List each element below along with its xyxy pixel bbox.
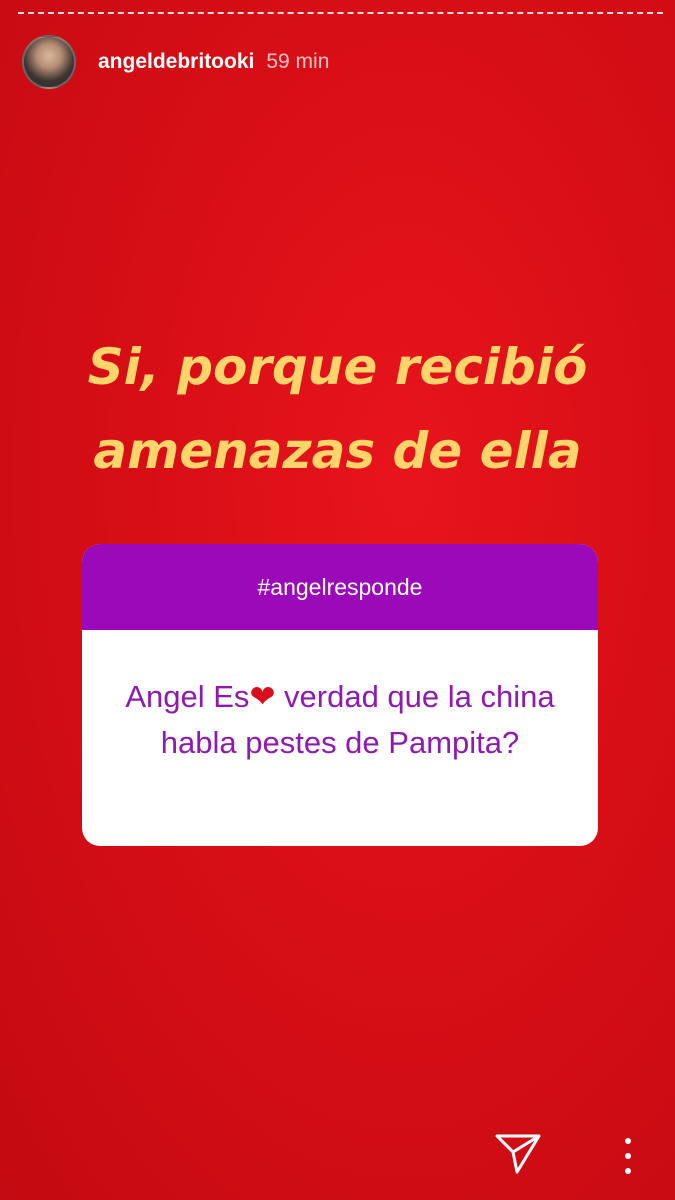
username[interactable]: angeldebritooki (98, 50, 254, 74)
question-sticker: #angelresponde Angel Es❤ verdad que la c… (82, 544, 598, 846)
headline-line-2: amenazas de ella (93, 422, 582, 480)
question-tag: #angelresponde (257, 573, 423, 600)
more-dot (625, 1138, 631, 1144)
story-header: angeldebritooki 59 min (22, 35, 653, 89)
story-view[interactable]: angeldebritooki 59 min Si, porque recibi… (0, 0, 675, 1200)
profile-avatar[interactable] (22, 35, 76, 89)
question-sticker-header: #angelresponde (82, 544, 598, 630)
story-headline: Si, porque recibió amenazas de ella (0, 325, 675, 493)
headline-line-1: Si, porque recibió (87, 338, 588, 396)
story-progress-bar (18, 12, 663, 17)
send-icon[interactable] (494, 1132, 542, 1176)
heart-emoji: ❤ (249, 679, 276, 714)
post-time: 59 min (266, 50, 330, 73)
more-dot (625, 1168, 631, 1174)
question-text: Angel Es❤ verdad que la china habla pest… (82, 630, 598, 766)
more-dot (625, 1153, 631, 1159)
question-text-part-1: Angel Es (125, 679, 250, 714)
more-options-icon[interactable] (616, 1138, 640, 1174)
